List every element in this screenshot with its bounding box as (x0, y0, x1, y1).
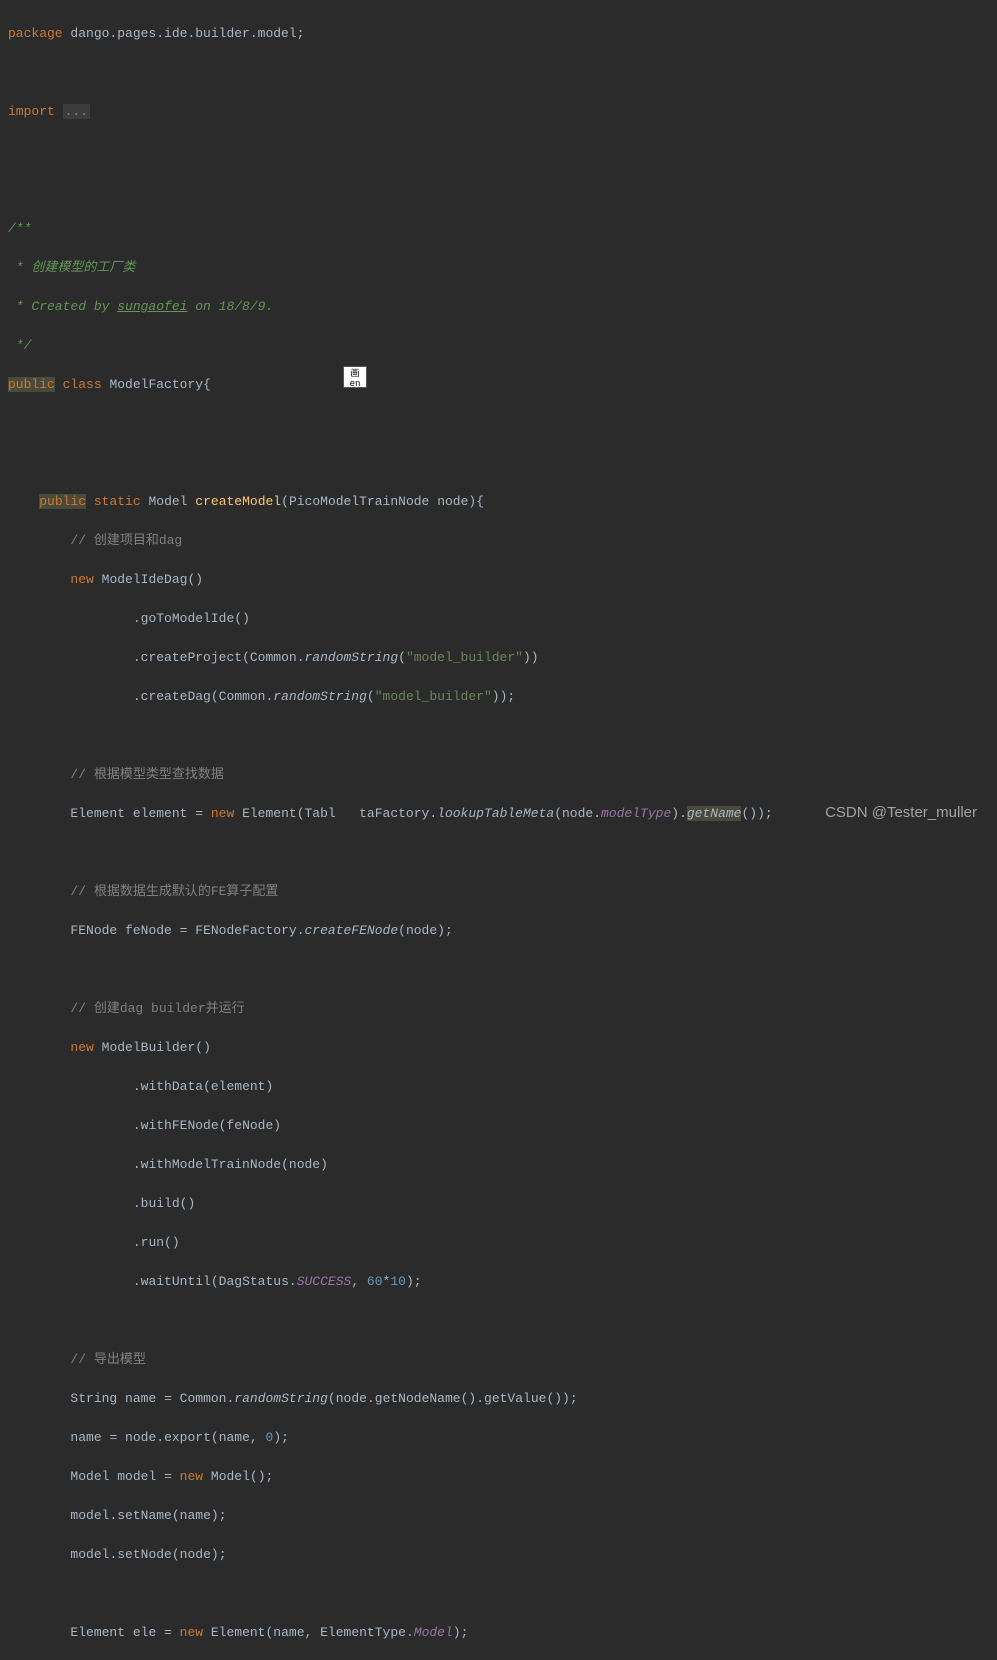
code-line[interactable]: new ModelIdeDag() (8, 570, 989, 590)
code-line[interactable] (8, 726, 989, 746)
code-line[interactable]: .run() (8, 1233, 989, 1253)
code-line[interactable]: // 根据模型类型查找数据 (8, 765, 989, 785)
code-line[interactable]: // 根据数据生成默认的FE算子配置 (8, 882, 989, 902)
code-line[interactable]: .withData(element) (8, 1077, 989, 1097)
code-line[interactable]: Model model = new Model(); (8, 1467, 989, 1487)
fold-region[interactable]: ... (63, 104, 90, 119)
code-line[interactable]: .goToModelIde() (8, 609, 989, 629)
code-line[interactable]: new ModelBuilder() (8, 1038, 989, 1058)
code-line[interactable]: * 创建模型的工厂类 (8, 258, 989, 278)
code-line[interactable]: .createDag(Common.randomString("model_bu… (8, 687, 989, 707)
code-line[interactable]: Element ele = new Element(name, ElementT… (8, 1623, 989, 1643)
code-line[interactable]: public static Model createModel(PicoMode… (8, 492, 989, 512)
watermark-text: CSDN @Tester_muller (825, 802, 977, 825)
code-line[interactable] (8, 453, 989, 473)
code-editor[interactable]: package dango.pages.ide.builder.model; i… (0, 0, 997, 1660)
code-line[interactable]: String name = Common.randomString(node.g… (8, 1389, 989, 1409)
code-line[interactable] (8, 414, 989, 434)
code-line[interactable]: .build() (8, 1194, 989, 1214)
code-line[interactable]: // 创建dag builder并运行 (8, 999, 989, 1019)
code-line[interactable]: /** (8, 219, 989, 239)
code-line[interactable]: public class ModelFactory{ (8, 375, 989, 395)
code-line[interactable]: FENode feNode = FENodeFactory.createFENo… (8, 921, 989, 941)
code-line[interactable] (8, 141, 989, 161)
code-line[interactable] (8, 843, 989, 863)
code-line[interactable]: import ... (8, 102, 989, 122)
code-line[interactable] (8, 63, 989, 83)
code-line[interactable]: */ (8, 336, 989, 356)
code-line[interactable] (8, 1311, 989, 1331)
code-line[interactable]: // 创建项目和dag (8, 531, 989, 551)
code-line[interactable]: package dango.pages.ide.builder.model; (8, 24, 989, 44)
code-line[interactable]: .withModelTrainNode(node) (8, 1155, 989, 1175)
code-line[interactable]: .waitUntil(DagStatus.SUCCESS, 60*10); (8, 1272, 989, 1292)
code-line[interactable]: .withFENode(feNode) (8, 1116, 989, 1136)
code-line[interactable]: model.setName(name); (8, 1506, 989, 1526)
code-line[interactable] (8, 180, 989, 200)
code-line[interactable]: // 导出模型 (8, 1350, 989, 1370)
code-line[interactable]: * Created by sungaofei on 18/8/9. (8, 297, 989, 317)
code-line[interactable]: model.setNode(node); (8, 1545, 989, 1565)
code-line[interactable] (8, 1584, 989, 1604)
code-line[interactable]: .createProject(Common.randomString("mode… (8, 648, 989, 668)
code-line[interactable]: name = node.export(name, 0); (8, 1428, 989, 1448)
ime-cursor-icon: 画 en (343, 366, 367, 388)
code-line[interactable] (8, 960, 989, 980)
